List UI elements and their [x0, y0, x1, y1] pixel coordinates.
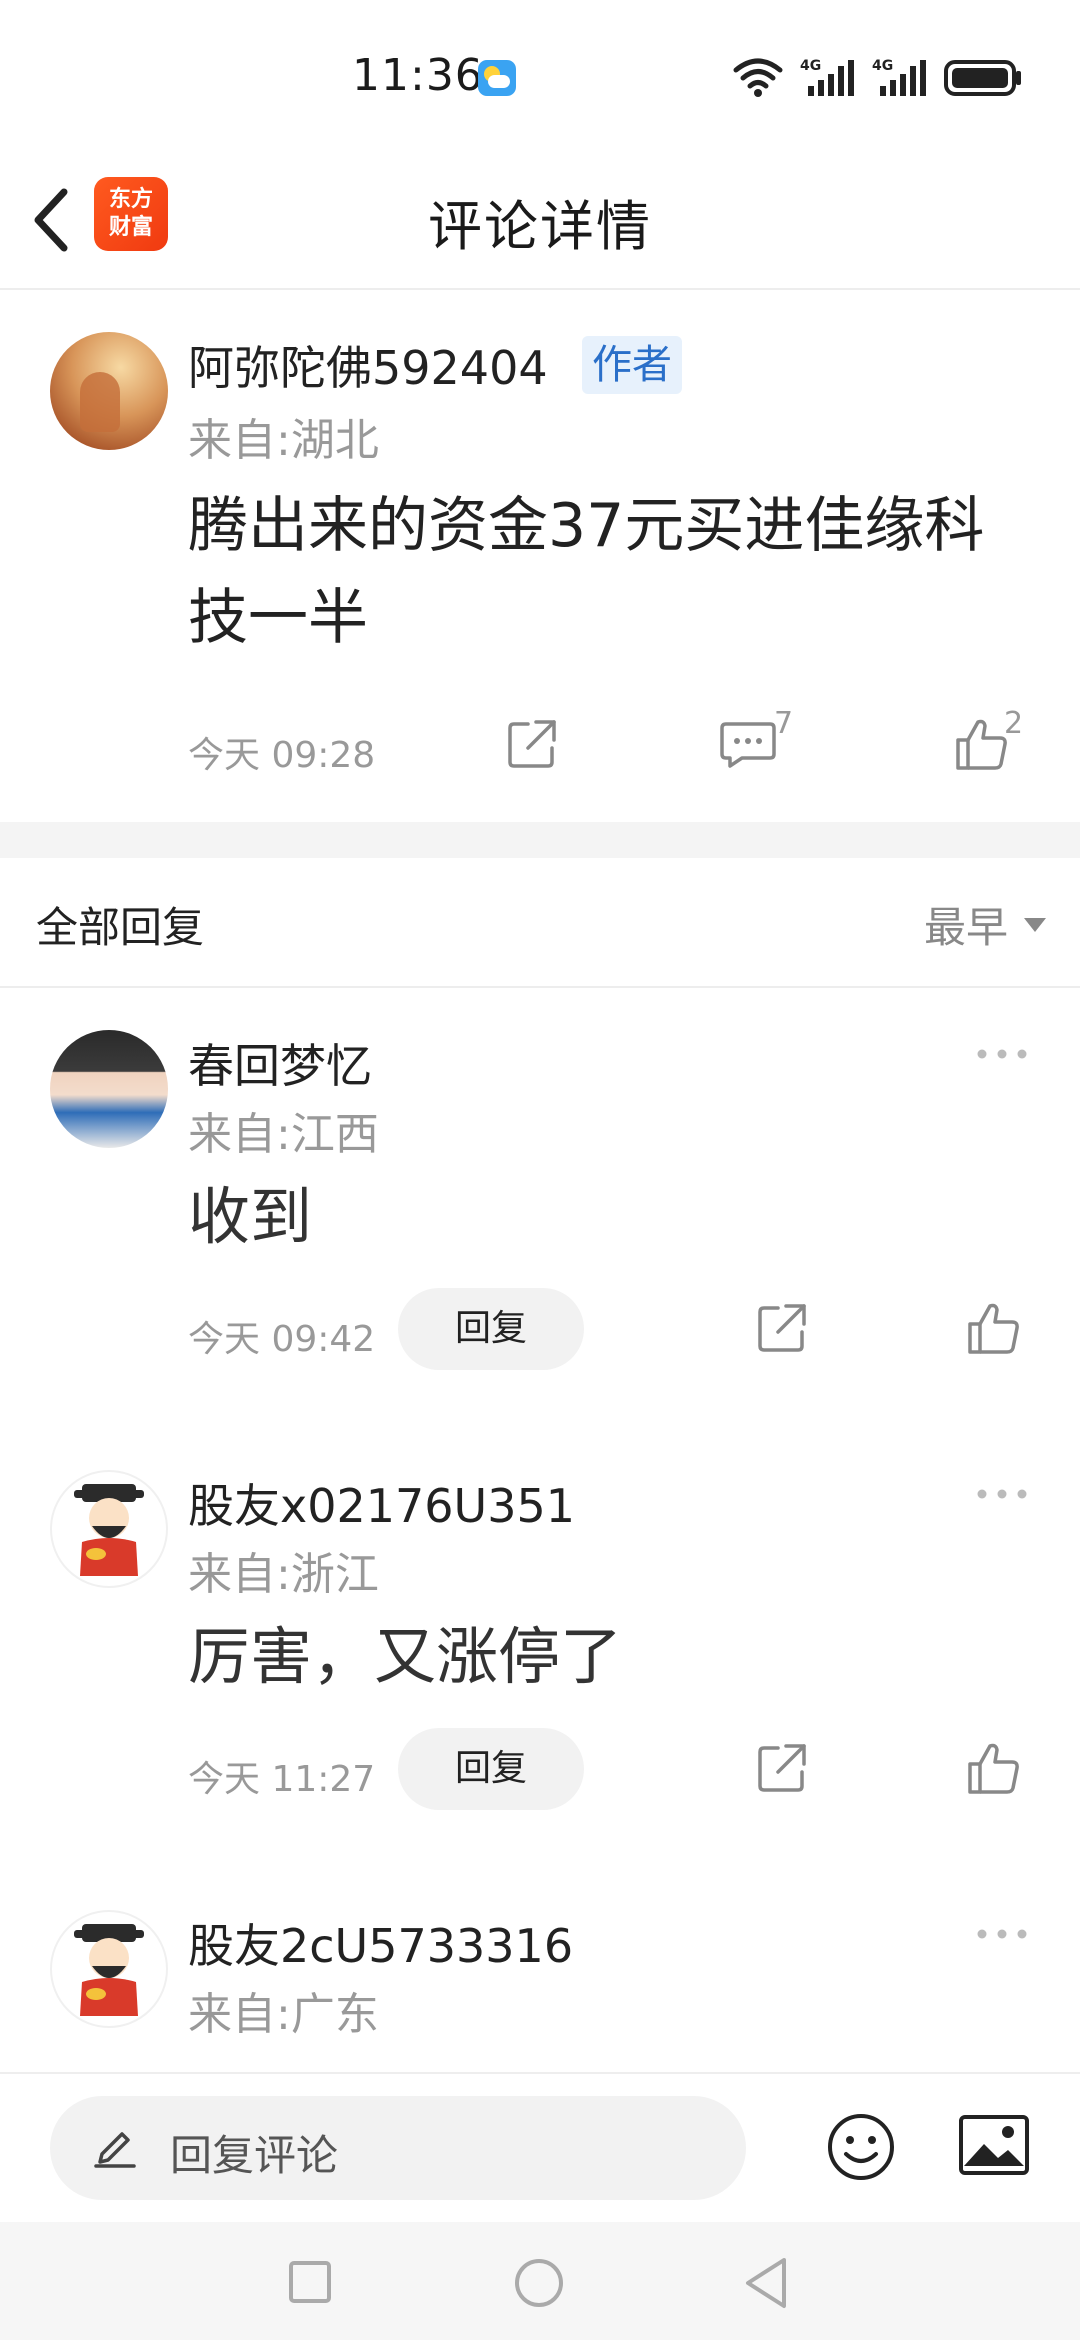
thumbs-up-icon[interactable]: [954, 716, 1010, 772]
reply-item: 股友x02176U351 来自:浙江 厉害，又涨停了 今天 11:27 回复: [0, 1430, 1080, 1870]
replies-title: 全部回复: [36, 903, 205, 952]
system-nav-bar: [0, 2222, 1080, 2340]
avatar[interactable]: [50, 1470, 168, 1588]
reply-author[interactable]: 股友x02176U351: [188, 1470, 575, 1536]
reply-button[interactable]: 回复: [398, 1728, 584, 1810]
more-options-icon[interactable]: [974, 1484, 1030, 1504]
share-icon[interactable]: [756, 1742, 808, 1794]
section-divider: [0, 822, 1080, 858]
status-bar: 11:36 4G 4G: [0, 0, 1080, 150]
more-options-icon[interactable]: [974, 1924, 1030, 1944]
caret-down-icon: [1024, 917, 1046, 932]
reply-text: 收到: [188, 1180, 313, 1253]
reply-item: 股友2cU5733316 来自:广东: [0, 1870, 1080, 2072]
reply-meta: 今天 11:27 回复: [188, 1728, 1048, 1810]
reply-author[interactable]: 春回梦忆: [188, 1030, 372, 1096]
recent-apps-icon[interactable]: [288, 2260, 332, 2304]
fortune-god-icon: [74, 1924, 144, 2016]
sort-dropdown[interactable]: 最早: [924, 894, 1046, 955]
comment-count: 7: [774, 706, 794, 741]
comment-text: 腾出来的资金37元买进佳缘科技一半: [188, 491, 985, 653]
share-icon[interactable]: [756, 1302, 808, 1354]
svg-text:4G: 4G: [872, 58, 893, 74]
reply-item: 春回梦忆 来自:江西 收到 今天 09:42 回复: [0, 990, 1080, 1430]
replies-header: 全部回复 最早: [0, 858, 1080, 988]
signal-4g-icon-2: 4G: [872, 58, 926, 96]
comment-icon[interactable]: [720, 718, 776, 770]
more-options-icon[interactable]: [974, 1044, 1030, 1064]
thumbs-up-icon[interactable]: [966, 1740, 1022, 1796]
avatar[interactable]: [50, 1910, 168, 2028]
emoji-icon[interactable]: [826, 2112, 896, 2182]
back-triangle-icon[interactable]: [742, 2256, 790, 2310]
reply-time: 今天 09:42: [188, 1319, 376, 1360]
weather-sunny-cloud-icon: [478, 60, 516, 96]
author-name[interactable]: 阿弥陀佛592404: [188, 332, 548, 398]
comment-meta: 今天 09:28 7 2: [188, 706, 1048, 780]
svg-text:4G: 4G: [800, 58, 821, 74]
main-comment: 阿弥陀佛592404 作者 来自:湖北 腾出来的资金37元买进佳缘科技一半 今天…: [0, 292, 1080, 822]
avatar[interactable]: [50, 332, 168, 450]
avatar[interactable]: [50, 1030, 168, 1148]
reply-input-bar: 回复评论: [0, 2072, 1080, 2222]
battery-icon: [944, 60, 1021, 96]
reply-location: 来自:浙江: [188, 1549, 379, 1600]
sort-label: 最早: [923, 903, 1008, 952]
signal-4g-icon: 4G: [800, 58, 854, 96]
status-icons: 4G 4G: [730, 56, 1024, 100]
author-badge: 作者: [582, 336, 682, 394]
top-nav-bar: 东方 财富 评论详情: [0, 150, 1080, 290]
image-icon[interactable]: [958, 2114, 1030, 2176]
screen: 11:36 4G 4G 东方 财富 评论详情 阿弥陀佛592404 作者 来自:…: [0, 0, 1080, 2340]
page-title: 评论详情: [428, 195, 652, 258]
reply-location: 来自:江西: [188, 1109, 379, 1160]
like-count: 2: [1004, 706, 1024, 741]
reply-author[interactable]: 股友2cU5733316: [188, 1910, 573, 1976]
thumbs-up-icon[interactable]: [966, 1300, 1022, 1356]
home-icon[interactable]: [514, 2258, 564, 2308]
fortune-god-icon: [74, 1484, 144, 1576]
share-icon[interactable]: [506, 718, 558, 770]
pencil-icon: [94, 2132, 136, 2168]
reply-location: 来自:广东: [188, 1989, 379, 2040]
reply-input-placeholder: 回复评论: [170, 2131, 339, 2180]
reply-text: 厉害，又涨停了: [188, 1620, 623, 1693]
reply-time: 今天 11:27: [188, 1759, 376, 1800]
reply-button[interactable]: 回复: [398, 1288, 584, 1370]
comment-time: 今天 09:28: [188, 735, 376, 776]
reply-input[interactable]: 回复评论: [50, 2096, 746, 2200]
wifi-icon: [733, 58, 783, 97]
reply-meta: 今天 09:42 回复: [188, 1288, 1048, 1370]
status-time: 11:36: [352, 50, 484, 101]
author-location: 来自:湖北: [188, 415, 379, 466]
